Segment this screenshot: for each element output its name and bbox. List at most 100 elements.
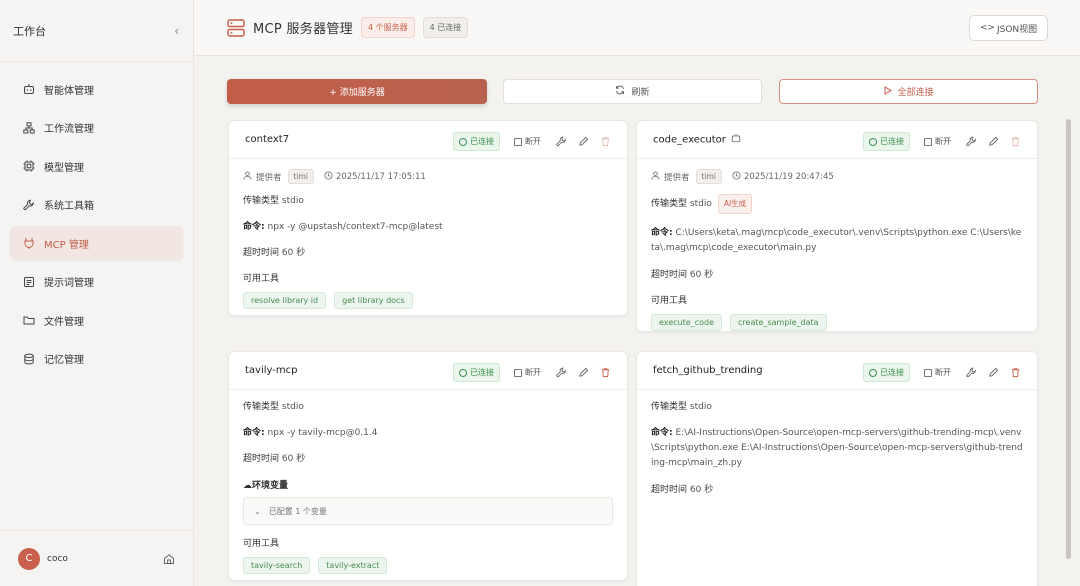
env-collapse[interactable]: ⌄ 已配置 1 个变量 xyxy=(243,497,613,525)
tools-label: 可用工具 xyxy=(243,539,280,549)
sidebar-item-prompts[interactable]: 提示词管理 xyxy=(10,265,183,299)
sidebar-item-mcp[interactable]: MCP 管理 xyxy=(10,226,183,260)
refresh-button[interactable]: 刷新 xyxy=(503,79,762,104)
sidebar-item-label: 模型管理 xyxy=(44,162,84,174)
user-icon xyxy=(651,170,660,183)
tool-chip: tavily-extract xyxy=(318,557,388,574)
card-controls: 已连接 断开 xyxy=(453,132,621,151)
play-icon xyxy=(883,85,893,98)
json-view-label: JSON视图 xyxy=(996,24,1038,35)
card-body: 传输类型 stdio 命令: E:\AI-Instructions\Open-S… xyxy=(637,390,1037,497)
connect-all-label: 全部连接 xyxy=(897,88,934,98)
trash-icon[interactable] xyxy=(1009,367,1021,379)
timeout-row: 超时时间 60 秒 xyxy=(243,454,306,464)
sidebar-item-toolbox[interactable]: 系统工具箱 xyxy=(10,188,183,222)
collapse-sidebar-button[interactable]: ‹ xyxy=(174,24,179,38)
disconnect-label: 断开 xyxy=(935,137,951,146)
server-card-code-executor: code_executor 已连接 断开 提供者 timi 2025/11/19… xyxy=(636,120,1038,332)
sidebar-item-files[interactable]: 文件管理 xyxy=(10,303,183,337)
edit-icon[interactable] xyxy=(577,136,589,148)
server-name: context7 xyxy=(245,134,290,145)
card-header: tavily-mcp 已连接 断开 xyxy=(229,352,627,390)
database-icon xyxy=(22,352,36,366)
document-icon xyxy=(22,275,36,289)
command-row: 命令: E:\AI-Instructions\Open-Source\open-… xyxy=(651,428,1023,468)
user-footer: C coco xyxy=(0,530,194,586)
wrench-icon[interactable] xyxy=(555,367,567,379)
card-header: context7 已连接 断开 xyxy=(229,121,627,159)
sidebar-item-label: 智能体管理 xyxy=(44,85,94,97)
server-card-tavily-mcp: tavily-mcp 已连接 断开 传输类型 stdio 命令: npx -y … xyxy=(228,351,628,581)
json-view-button[interactable]: <> JSON视图 xyxy=(969,15,1048,41)
server-count-badge: 4 个服务器 xyxy=(360,17,415,38)
disconnect-button[interactable]: 断开 xyxy=(924,367,951,378)
provider-label: 提供者 xyxy=(664,172,690,183)
tools-list: resolve library id get library docs xyxy=(243,292,613,309)
refresh-label: 刷新 xyxy=(631,88,650,98)
sidebar-nav: 智能体管理 工作流管理 模型管理 系统工具箱 MCP 管理 提示词管理 文件管理 xyxy=(0,62,193,376)
card-controls: 已连接 断开 xyxy=(863,363,1031,382)
env-section-title: ☁环境变量 xyxy=(243,481,289,491)
disconnect-button[interactable]: 断开 xyxy=(514,136,541,147)
status-badge: 已连接 xyxy=(453,132,500,151)
command-row: 命令: npx -y tavily-mcp@0.1.4 xyxy=(243,428,378,438)
sidebar-item-models[interactable]: 模型管理 xyxy=(10,149,183,183)
provider-chip: timi xyxy=(287,169,314,184)
provider-meta: 提供者 timi 2025/11/17 17:05:11 xyxy=(243,169,613,184)
timeout-row: 超时时间 60 秒 xyxy=(651,485,714,495)
card-body: 提供者 timi 2025/11/17 17:05:11 传输类型 stdio … xyxy=(229,159,627,309)
add-server-button[interactable]: + 添加服务器 xyxy=(227,79,487,104)
edit-icon[interactable] xyxy=(987,367,999,379)
tools-list: tavily-search tavily-extract xyxy=(243,557,613,574)
disconnect-button[interactable]: 断开 xyxy=(514,367,541,378)
check-circle-icon xyxy=(869,368,877,377)
stop-icon xyxy=(924,137,932,146)
sidebar-item-label: 提示词管理 xyxy=(44,278,94,289)
disconnect-button[interactable]: 断开 xyxy=(924,136,951,147)
connect-all-button[interactable]: 全部连接 xyxy=(779,79,1038,104)
status-badge: 已连接 xyxy=(453,363,500,382)
server-name: tavily-mcp xyxy=(245,365,298,376)
status-label: 已连接 xyxy=(470,137,494,146)
scrollbar[interactable] xyxy=(1066,119,1071,559)
trash-icon[interactable] xyxy=(1009,136,1021,148)
plug-icon xyxy=(22,236,36,250)
trash-icon[interactable] xyxy=(599,367,611,379)
wrench-icon[interactable] xyxy=(555,136,567,148)
disconnect-label: 断开 xyxy=(935,368,951,377)
stop-icon xyxy=(514,368,522,377)
sidebar-header: 工作台 ‹ xyxy=(0,0,193,62)
trash-icon[interactable] xyxy=(599,136,611,148)
tools-label: 可用工具 xyxy=(651,296,688,306)
status-label: 已连接 xyxy=(880,368,904,377)
robot-icon xyxy=(731,133,741,146)
workflow-icon xyxy=(22,121,36,135)
sidebar-item-label: 文件管理 xyxy=(44,316,84,328)
avatar[interactable]: C xyxy=(18,547,40,570)
tools-list: execute_code create_sample_data xyxy=(651,314,1023,331)
wrench-icon[interactable] xyxy=(965,367,977,379)
disconnect-label: 断开 xyxy=(525,368,541,377)
stop-icon xyxy=(924,368,932,377)
provider-chip: timi xyxy=(695,169,722,184)
edit-icon[interactable] xyxy=(577,367,589,379)
card-header: fetch_github_trending 已连接 断开 xyxy=(637,352,1037,390)
refresh-icon xyxy=(615,85,625,98)
home-icon[interactable] xyxy=(162,552,176,566)
check-circle-icon xyxy=(459,137,467,146)
provider-meta: 提供者 timi 2025/11/19 20:47:45 xyxy=(651,169,1023,184)
cloud-icon: ☁ xyxy=(243,481,252,491)
tool-chip: resolve library id xyxy=(243,292,327,309)
created-time: 2025/11/19 20:47:45 xyxy=(743,171,834,182)
sidebar-item-memory[interactable]: 记忆管理 xyxy=(10,342,183,376)
env-summary: 已配置 1 个变量 xyxy=(268,506,327,516)
wrench-icon xyxy=(22,198,36,212)
tool-chip: execute_code xyxy=(651,314,723,331)
sidebar-item-label: 系统工具箱 xyxy=(44,201,94,212)
sidebar-item-agents[interactable]: 智能体管理 xyxy=(10,72,183,106)
sidebar-item-workflows[interactable]: 工作流管理 xyxy=(10,111,183,145)
wrench-icon[interactable] xyxy=(965,136,977,148)
tool-chip: create_sample_data xyxy=(730,314,827,331)
edit-icon[interactable] xyxy=(987,136,999,148)
server-name: code_executor xyxy=(653,133,741,146)
